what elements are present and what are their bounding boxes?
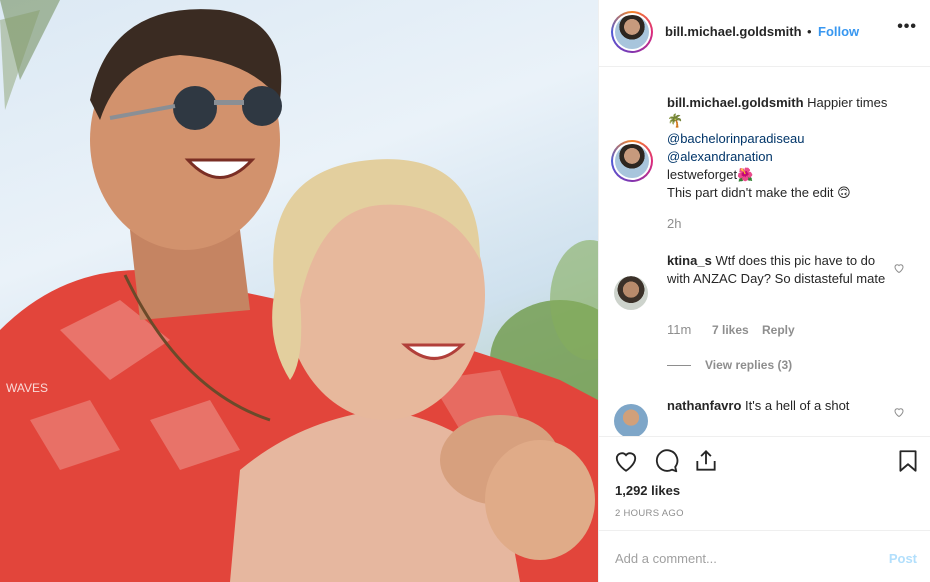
caption-text: Happier times <box>807 95 888 110</box>
post-panel: bill.michael.goldsmith • Follow ••• bill… <box>598 0 930 582</box>
post-comment-button[interactable]: Post <box>889 551 917 566</box>
author-avatar[interactable] <box>611 11 653 53</box>
post-time[interactable]: 2 HOURS AGO <box>615 508 684 519</box>
hashtag-text: lestweforget <box>667 167 738 182</box>
palm-emoji: 🌴 <box>667 113 684 128</box>
svg-text:WAVES: WAVES <box>6 381 48 395</box>
post-actions: 1,292 likes 2 HOURS AGO <box>599 436 930 530</box>
comment: ktina_s Wtf does this pic have to do wit… <box>667 252 889 288</box>
like-count[interactable]: 1,292 likes <box>615 483 680 498</box>
caption-time[interactable]: 2h <box>667 216 681 231</box>
like-comment-icon[interactable] <box>893 262 905 274</box>
comment-username[interactable]: nathanfavro <box>667 398 741 413</box>
comment-text: It's a hell of a shot <box>745 398 850 413</box>
reply-button[interactable]: Reply <box>762 323 795 337</box>
caption-line: This part didn't make the edit 🙃 <box>667 185 851 200</box>
add-comment-input[interactable]: Add a comment... <box>615 551 717 566</box>
share-icon[interactable] <box>693 448 719 474</box>
caption: bill.michael.goldsmith Happier times 🌴 @… <box>667 94 907 202</box>
follow-button[interactable]: Follow <box>818 24 859 39</box>
comment-likes[interactable]: 7 likes <box>712 323 749 337</box>
comments-list[interactable]: bill.michael.goldsmith Happier times 🌴 @… <box>599 68 930 436</box>
view-replies-button[interactable]: View replies (3) <box>705 358 792 372</box>
photo-illustration: WAVES <box>0 0 598 582</box>
caption-username[interactable]: bill.michael.goldsmith <box>667 95 804 110</box>
mention-link[interactable]: @alexandranation <box>667 149 773 164</box>
heart-icon[interactable] <box>613 448 639 474</box>
flower-emoji: 🌺 <box>737 167 754 182</box>
caption-author-avatar[interactable] <box>611 140 653 182</box>
comment-icon[interactable] <box>653 448 679 474</box>
replies-divider <box>667 365 691 366</box>
author-username[interactable]: bill.michael.goldsmith <box>665 24 802 39</box>
comment-username[interactable]: ktina_s <box>667 253 712 268</box>
commenter-avatar[interactable] <box>614 276 648 310</box>
post-photo[interactable]: WAVES <box>0 0 598 582</box>
mention-link[interactable]: @bachelorinparadiseau <box>667 131 805 146</box>
post-header: bill.michael.goldsmith • Follow ••• <box>599 0 930 67</box>
bookmark-icon[interactable] <box>895 448 921 474</box>
like-comment-icon[interactable] <box>893 406 905 418</box>
more-options-icon[interactable]: ••• <box>897 18 917 36</box>
comment-time[interactable]: 11m <box>667 322 691 337</box>
commenter-avatar[interactable] <box>614 404 648 436</box>
comment: nathanfavro It's a hell of a shot <box>667 397 889 415</box>
separator-dot: • <box>807 24 812 39</box>
add-comment-bar: Add a comment... Post <box>599 530 930 582</box>
